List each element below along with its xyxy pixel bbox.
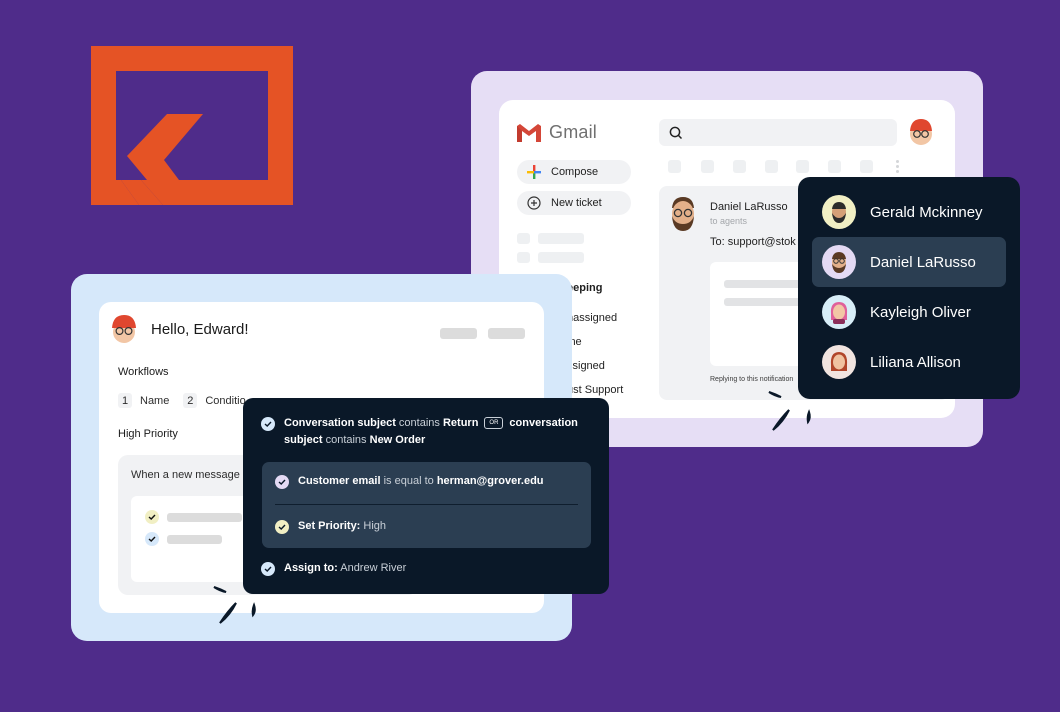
check-icon bbox=[145, 510, 159, 524]
gmail-m-icon bbox=[517, 123, 541, 142]
check-icon bbox=[261, 562, 275, 576]
agent-option[interactable]: Kayleigh Oliver bbox=[812, 287, 1006, 337]
sender-avatar bbox=[672, 197, 694, 231]
skeleton-button bbox=[440, 328, 477, 339]
skeleton bbox=[517, 252, 530, 263]
workflow-name: High Priority bbox=[118, 428, 178, 440]
step-label[interactable]: Conditio bbox=[205, 395, 245, 407]
set-priority-rule: Set Priority: High bbox=[275, 518, 386, 535]
scribble-decoration bbox=[213, 586, 256, 624]
check-icon bbox=[275, 520, 289, 534]
sidebar-item[interactable]: nassigned bbox=[567, 312, 617, 324]
company-logo bbox=[91, 46, 293, 205]
toolbar-button[interactable] bbox=[701, 160, 714, 173]
condition-text: Conversation subject contains Return OR co… bbox=[284, 417, 578, 446]
to-address: To: support@stok bbox=[710, 236, 796, 248]
new-ticket-button[interactable]: New ticket bbox=[517, 191, 631, 215]
divider bbox=[275, 504, 578, 505]
sidebar-section-label: eeping bbox=[567, 282, 603, 294]
toolbar-button[interactable] bbox=[796, 160, 809, 173]
toolbar-button[interactable] bbox=[765, 160, 778, 173]
greeting: Hello, Edward! bbox=[151, 321, 249, 338]
agent-name: Kayleigh Oliver bbox=[870, 303, 971, 321]
search-input[interactable] bbox=[659, 119, 897, 146]
avatar bbox=[822, 245, 856, 279]
more-options-icon[interactable] bbox=[896, 160, 899, 173]
toolbar-button[interactable] bbox=[860, 160, 873, 173]
agent-option[interactable]: Gerald Mckinney bbox=[812, 187, 1006, 237]
compose-label: Compose bbox=[551, 166, 599, 178]
avatar bbox=[822, 345, 856, 379]
customer-email-rule: Customer email is equal to herman@grover… bbox=[275, 473, 544, 490]
agent-name: Liliana Allison bbox=[870, 353, 961, 371]
check-icon bbox=[261, 417, 275, 431]
new-ticket-label: New ticket bbox=[551, 197, 602, 209]
action-row bbox=[145, 510, 242, 524]
sender-name: Daniel LaRusso bbox=[710, 201, 788, 213]
step-number: 1 bbox=[118, 393, 132, 408]
avatar bbox=[822, 295, 856, 329]
action-row bbox=[145, 532, 222, 546]
recipient-line: to agents bbox=[710, 216, 748, 226]
trigger-text: When a new message bbox=[131, 469, 240, 481]
step-label[interactable]: Name bbox=[140, 395, 169, 407]
rules-panel: Conversation subject contains Return OR co… bbox=[243, 398, 609, 594]
skeleton bbox=[538, 252, 584, 263]
toolbar-button[interactable] bbox=[828, 160, 841, 173]
toolbar-button[interactable] bbox=[668, 160, 681, 173]
check-icon bbox=[145, 532, 159, 546]
skeleton bbox=[517, 233, 530, 244]
search-icon bbox=[669, 126, 683, 139]
check-icon bbox=[275, 475, 289, 489]
compose-button[interactable]: Compose bbox=[517, 160, 631, 184]
skeleton bbox=[167, 534, 222, 544]
plus-icon bbox=[527, 165, 541, 179]
scribble-decoration bbox=[768, 391, 811, 431]
avatar bbox=[822, 195, 856, 229]
skeleton bbox=[538, 233, 584, 244]
workflow-steps: 1 Name 2 Conditio bbox=[118, 393, 260, 408]
toolbar-button[interactable] bbox=[733, 160, 746, 173]
agent-option[interactable]: Liliana Allison bbox=[812, 337, 1006, 387]
agent-option-selected[interactable]: Daniel LaRusso bbox=[812, 237, 1006, 287]
agent-name: Daniel LaRusso bbox=[870, 253, 976, 271]
user-avatar[interactable] bbox=[109, 313, 139, 345]
add-circle-icon bbox=[527, 196, 541, 210]
or-badge: OR bbox=[484, 417, 504, 429]
gmail-brand: Gmail bbox=[517, 122, 597, 143]
condition-rule: Conversation subject contains Return OR co… bbox=[261, 415, 596, 449]
user-avatar[interactable] bbox=[906, 117, 936, 147]
assign-rule: Assign to: Andrew River bbox=[261, 560, 406, 577]
sidebar-item[interactable]: ssigned bbox=[567, 360, 605, 372]
skeleton-button bbox=[488, 328, 525, 339]
rule-group: Customer email is equal to herman@grover… bbox=[262, 462, 591, 548]
gmail-wordmark: Gmail bbox=[549, 122, 598, 142]
reply-note: Replying to this notification bbox=[710, 376, 794, 383]
section-title: Workflows bbox=[118, 366, 169, 378]
agent-name: Gerald Mckinney bbox=[870, 203, 983, 221]
step-number: 2 bbox=[183, 393, 198, 408]
assignee-dropdown: Gerald Mckinney Daniel LaRusso Kayleigh … bbox=[798, 177, 1020, 399]
skeleton bbox=[167, 512, 242, 522]
sidebar-item[interactable]: ust Support bbox=[567, 384, 623, 396]
